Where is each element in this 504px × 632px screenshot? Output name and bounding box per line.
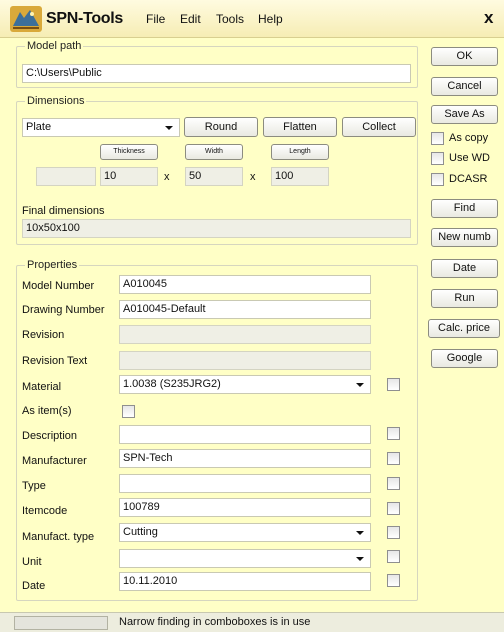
dimension-prefix-field[interactable] (36, 167, 96, 186)
width-field[interactable]: 50 (185, 167, 243, 186)
as-copy-checkbox[interactable] (431, 132, 444, 145)
final-dimensions-label: Final dimensions (22, 205, 105, 217)
revision-text-label: Revision Text (22, 355, 88, 367)
chevron-down-icon (356, 557, 364, 561)
manufact-type-select[interactable]: Cutting (119, 523, 371, 542)
as-items-checkbox[interactable] (122, 405, 135, 418)
menu-tools[interactable]: Tools (216, 12, 244, 26)
round-button[interactable]: Round (184, 117, 258, 137)
dimensions-legend: Dimensions (25, 95, 87, 107)
length-field[interactable]: 100 (271, 167, 329, 186)
manufact-type-label: Manufact. type (22, 531, 95, 543)
collect-button[interactable]: Collect (342, 117, 416, 137)
type-checkbox[interactable] (387, 477, 400, 490)
date-button[interactable]: Date (431, 259, 498, 278)
new-numb-button[interactable]: New numb (431, 228, 498, 247)
description-checkbox[interactable] (387, 427, 400, 440)
run-button[interactable]: Run (431, 289, 498, 308)
unit-label: Unit (22, 556, 42, 568)
manufact-type-value: Cutting (123, 526, 158, 538)
thickness-field[interactable]: 10 (100, 167, 158, 186)
model-number-label: Model Number (22, 280, 95, 292)
model-path-legend: Model path (25, 40, 84, 52)
dcasr-label: DCASR (449, 173, 488, 185)
manufacturer-checkbox[interactable] (387, 452, 400, 465)
chevron-down-icon (356, 383, 364, 387)
model-number-input[interactable]: A010045 (119, 275, 371, 294)
calc-price-button[interactable]: Calc. price (428, 319, 500, 338)
drawing-number-label: Drawing Number (22, 304, 105, 316)
times-sign: x (164, 171, 170, 183)
model-path-input[interactable]: C:\Users\Public (22, 64, 411, 83)
as-copy-label: As copy (449, 132, 489, 144)
flatten-button[interactable]: Flatten (263, 117, 337, 137)
dimension-type-select[interactable]: Plate (22, 118, 180, 137)
thickness-button[interactable]: Thickness (100, 144, 158, 160)
date-checkbox[interactable] (387, 574, 400, 587)
properties-legend: Properties (25, 259, 80, 271)
manufacturer-label: Manufacturer (22, 455, 87, 467)
width-button[interactable]: Width (185, 144, 243, 160)
unit-checkbox[interactable] (387, 550, 400, 563)
revision-input[interactable] (119, 325, 371, 344)
final-dimensions-field[interactable]: 10x50x100 (22, 219, 411, 238)
type-label: Type (22, 480, 46, 492)
manufacturer-input[interactable]: SPN-Tech (119, 449, 371, 468)
itemcode-input[interactable]: 100789 (119, 498, 371, 517)
spn-tools-logo-icon (10, 6, 42, 32)
app-title: SPN-Tools (46, 10, 124, 27)
close-button[interactable]: x (484, 8, 493, 28)
date-input[interactable]: 10.11.2010 (119, 572, 371, 591)
save-as-button[interactable]: Save As (431, 105, 498, 124)
dimension-type-value: Plate (26, 121, 52, 133)
revision-text-input[interactable] (119, 351, 371, 370)
menu-file[interactable]: File (146, 12, 165, 26)
material-select[interactable]: 1.0038 (S235JRG2) (119, 375, 371, 394)
status-progress-bar (14, 616, 108, 630)
dcasr-checkbox[interactable] (431, 173, 444, 186)
length-button[interactable]: Length (271, 144, 329, 160)
unit-select[interactable] (119, 549, 371, 568)
google-button[interactable]: Google (431, 349, 498, 368)
itemcode-checkbox[interactable] (387, 502, 400, 515)
chevron-down-icon (165, 126, 173, 130)
description-label: Description (22, 430, 78, 442)
as-items-label: As item(s) (22, 405, 72, 417)
ok-button[interactable]: OK (431, 47, 498, 66)
times-sign: x (250, 171, 256, 183)
revision-label: Revision (22, 329, 65, 341)
material-value: 1.0038 (S235JRG2) (123, 378, 221, 390)
status-text: Narrow finding in comboboxes is in use (119, 616, 311, 628)
find-button[interactable]: Find (431, 199, 498, 218)
menu-help[interactable]: Help (258, 12, 283, 26)
material-checkbox[interactable] (387, 378, 400, 391)
material-label: Material (22, 381, 62, 393)
manufact-type-checkbox[interactable] (387, 526, 400, 539)
itemcode-label: Itemcode (22, 505, 68, 517)
drawing-number-input[interactable]: A010045-Default (119, 300, 371, 319)
type-input[interactable] (119, 474, 371, 493)
date-label: Date (22, 580, 46, 592)
description-input[interactable] (119, 425, 371, 444)
cancel-button[interactable]: Cancel (431, 77, 498, 96)
menu-edit[interactable]: Edit (180, 12, 201, 26)
use-wd-label: Use WD (449, 152, 490, 164)
use-wd-checkbox[interactable] (431, 152, 444, 165)
chevron-down-icon (356, 531, 364, 535)
